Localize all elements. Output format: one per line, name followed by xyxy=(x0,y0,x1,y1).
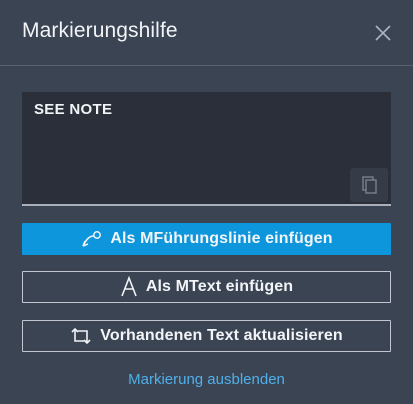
panel-title: Markierungshilfe xyxy=(22,19,178,42)
close-icon[interactable] xyxy=(372,22,394,44)
panel-header: Markierungshilfe xyxy=(0,0,413,66)
markup-assist-panel: Markierungshilfe SEE NOTE Als MFührungsl… xyxy=(0,0,413,404)
copy-button[interactable] xyxy=(350,168,388,202)
markup-text-field[interactable]: SEE NOTE xyxy=(22,92,391,206)
refresh-icon xyxy=(71,327,91,345)
insert-mleader-label: Als MFührungslinie einfügen xyxy=(110,230,333,247)
update-text-button[interactable]: Vorhandenen Text aktualisieren xyxy=(22,320,391,352)
hide-markup-link[interactable]: Markierung ausblenden xyxy=(0,371,413,388)
markup-text-value: SEE NOTE xyxy=(34,101,113,118)
insert-mleader-button[interactable]: Als MFührungslinie einfügen xyxy=(22,223,391,255)
insert-mtext-label: Als MText einfügen xyxy=(145,278,294,295)
mleader-icon xyxy=(82,231,102,247)
update-text-label: Vorhandenen Text aktualisieren xyxy=(100,327,343,344)
insert-mtext-button[interactable]: Als MText einfügen xyxy=(22,271,391,303)
text-a-icon xyxy=(121,276,137,297)
copy-icon xyxy=(362,176,377,194)
